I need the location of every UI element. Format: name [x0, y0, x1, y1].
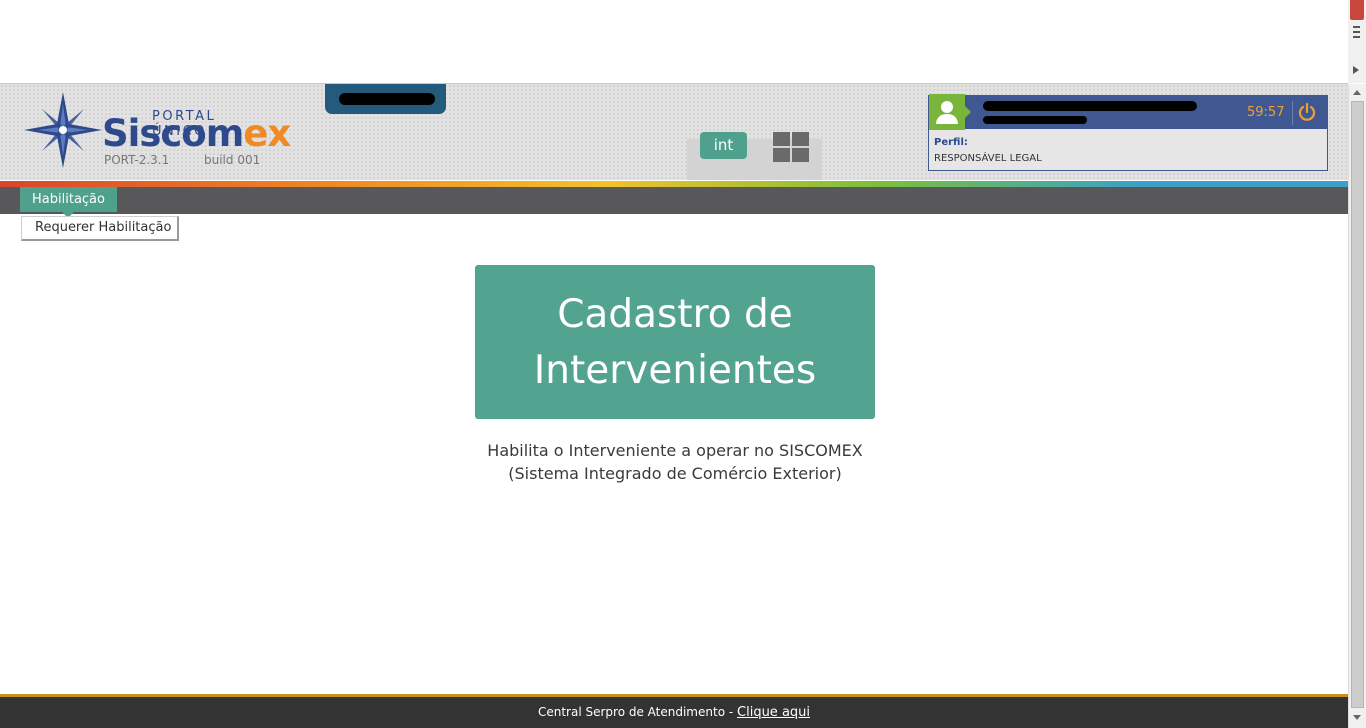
submenu-item-requerer-habilitacao[interactable]: Requerer Habilitação: [21, 216, 179, 241]
int-button[interactable]: int: [700, 132, 747, 159]
profile-label: Perfil:: [934, 137, 968, 148]
site-footer: Central Serpro de Atendimento - Clique a…: [0, 697, 1348, 728]
window-close-button[interactable]: [1350, 0, 1364, 20]
redaction-mark: [983, 101, 1197, 111]
apps-grid-icon[interactable]: [773, 132, 809, 162]
user-panel: 59:57 Perfil: RESPONSÁVEL LEGAL: [928, 94, 1328, 171]
footer-text: Central Serpro de Atendimento -: [537, 705, 734, 719]
logo-brand-text: Siscomex: [102, 112, 291, 155]
footer-link-clique-aqui[interactable]: Clique aqui: [737, 705, 810, 720]
session-timer: 59:57: [1247, 105, 1285, 120]
description-line1: Habilita o Interveniente a operar no SIS…: [487, 441, 863, 460]
build-label: build 001: [204, 153, 261, 167]
redacted-top-tab[interactable]: [325, 84, 446, 114]
divider: [1292, 101, 1293, 125]
card-description: Habilita o Interveniente a operar no SIS…: [375, 439, 975, 485]
scrollbar-thumb[interactable]: [1351, 101, 1364, 708]
description-line2: (Sistema Integrado de Comércio Exterior): [508, 464, 842, 483]
menu-tab-habilitacao[interactable]: Habilitação: [20, 187, 117, 212]
profile-value: RESPONSÁVEL LEGAL: [934, 153, 1042, 164]
avatar-pointer: [965, 106, 971, 118]
scroll-up-arrow-icon[interactable]: [1353, 90, 1361, 95]
card-title-line1: Cadastro de: [557, 292, 793, 337]
compass-star-icon: [24, 92, 102, 168]
version-label: PORT-2.3.1: [104, 153, 170, 167]
window-edge: [1348, 0, 1366, 83]
redaction-mark: [983, 116, 1087, 124]
logo-brand-accent: ex: [243, 112, 291, 155]
user-avatar-icon: [929, 94, 965, 130]
menu-icon[interactable]: [1353, 26, 1360, 41]
siscomex-logo[interactable]: PORTAL ÚNICO Siscomex PORT-2.3.1 build 0…: [22, 90, 291, 170]
browser-blank-area: [0, 0, 1348, 84]
menu-bar: [0, 187, 1348, 214]
redaction-mark: [339, 93, 435, 105]
card-title-line2: Intervenientes: [533, 348, 817, 393]
cadastro-intervenientes-button[interactable]: Cadastro de Intervenientes: [475, 265, 875, 419]
scroll-down-arrow-icon[interactable]: [1353, 715, 1361, 720]
chevron-right-icon[interactable]: [1353, 66, 1359, 74]
logo-brand-main: Siscom: [102, 112, 244, 155]
power-icon[interactable]: [1297, 102, 1317, 122]
